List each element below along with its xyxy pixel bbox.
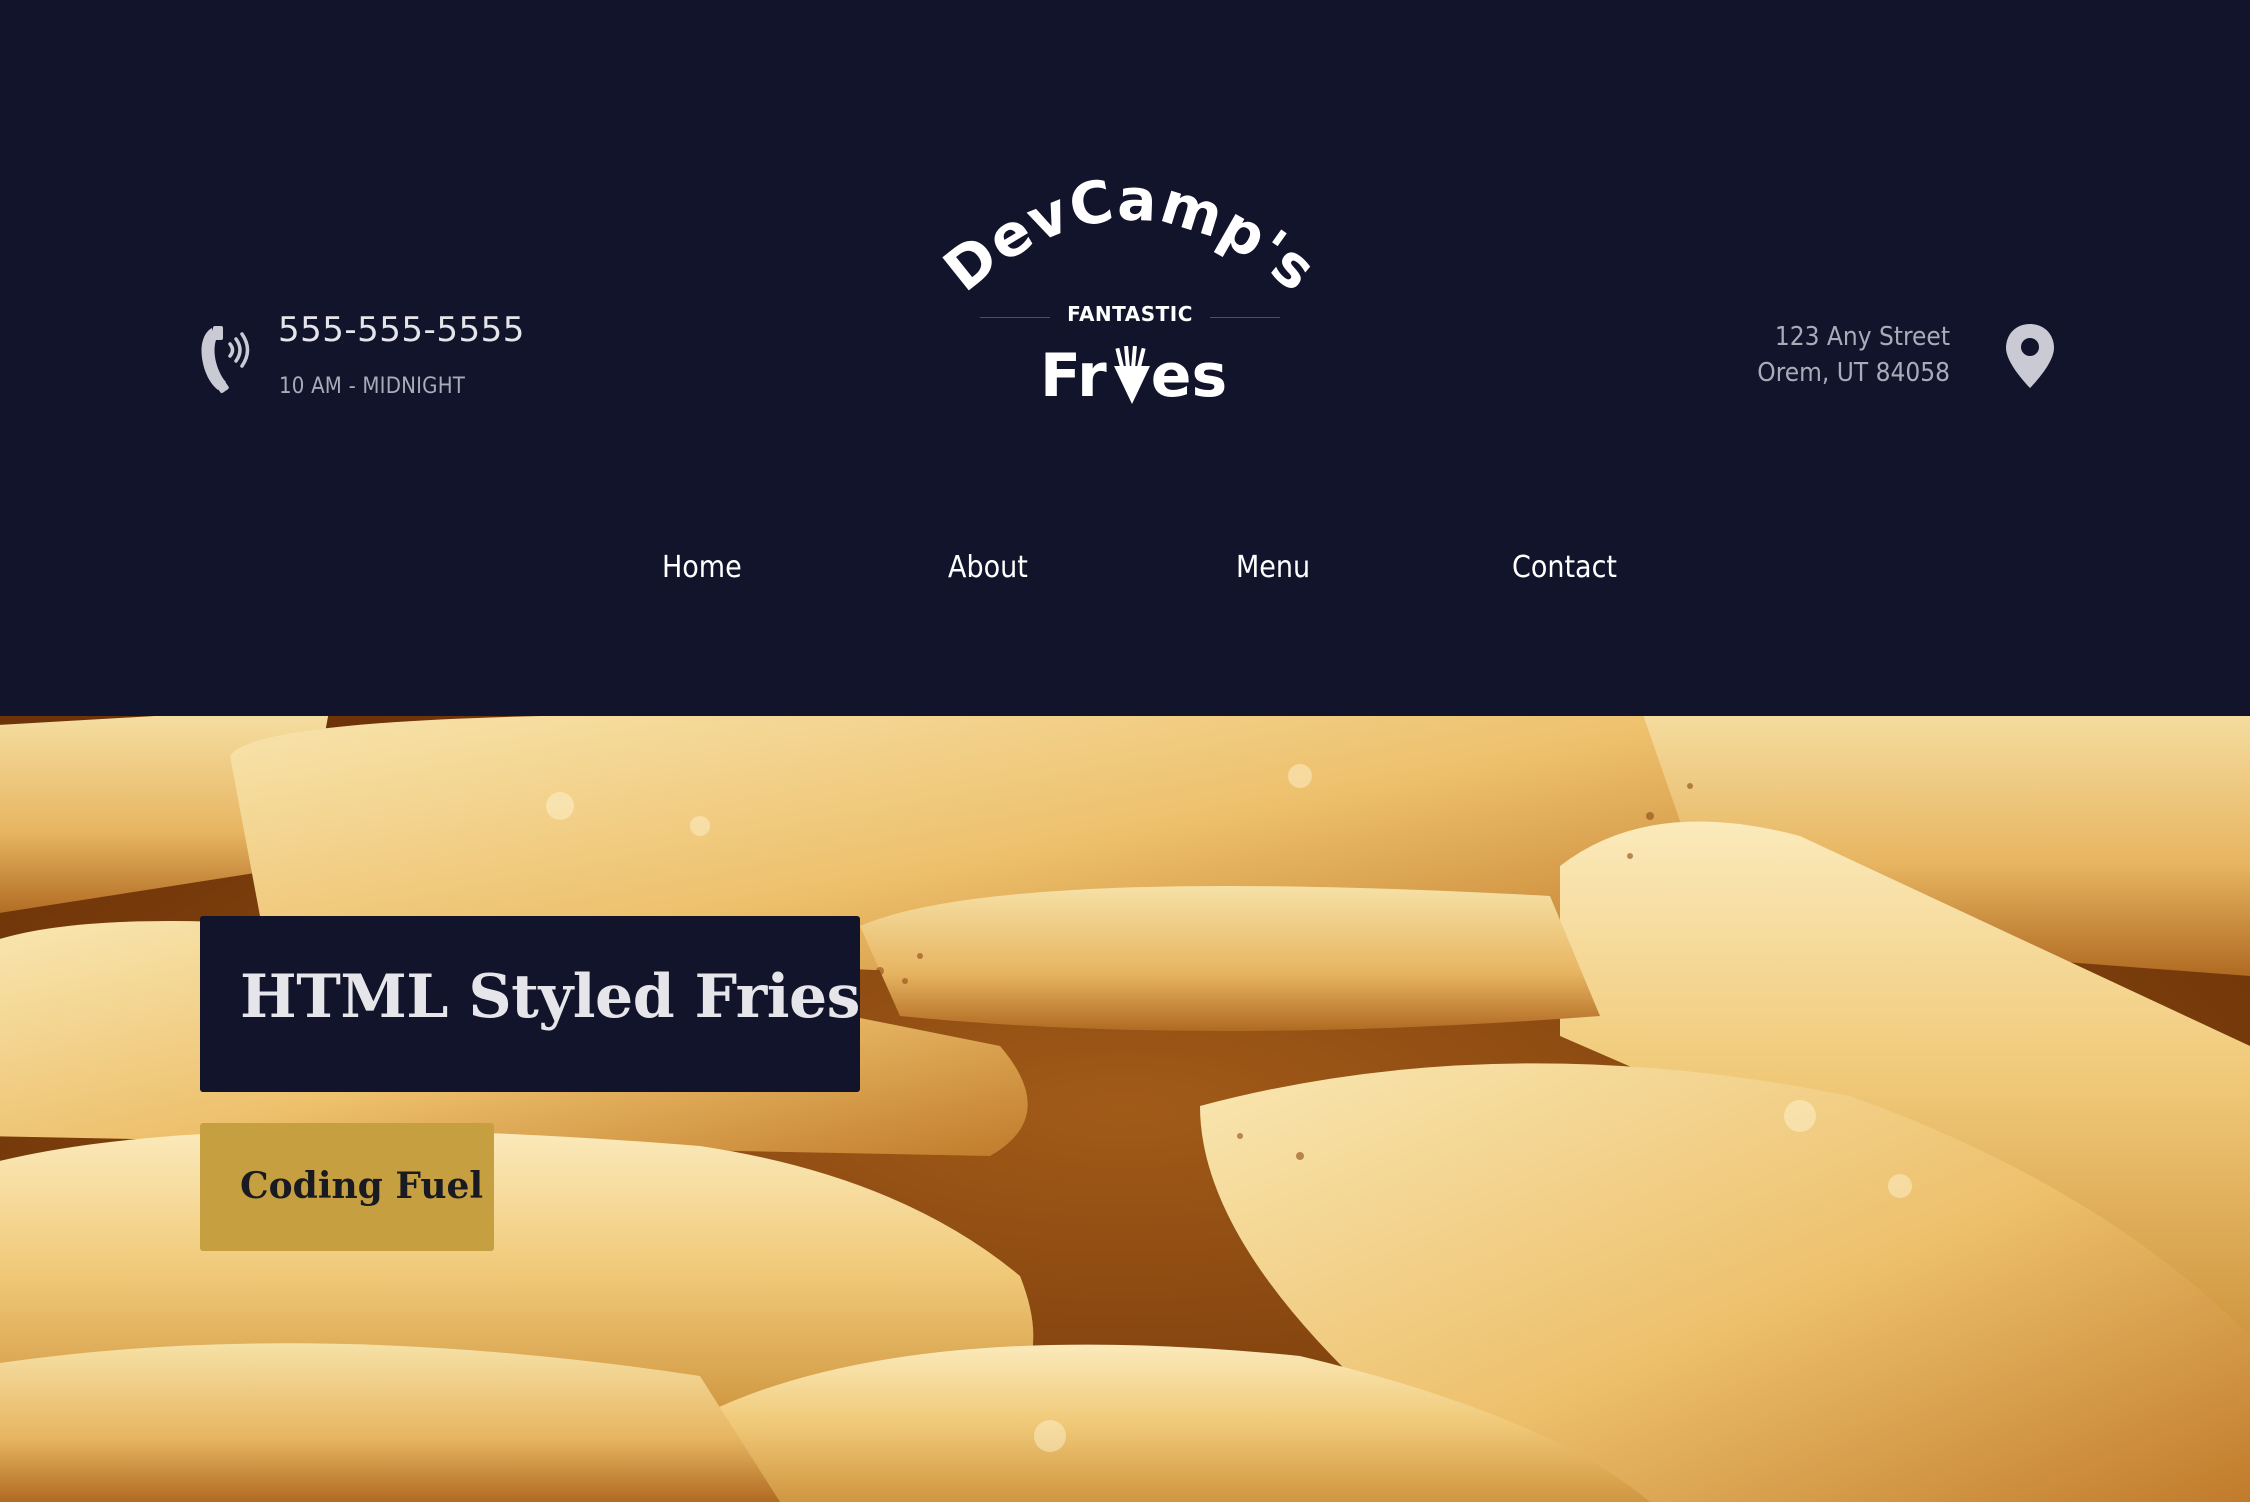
logo-fries-part-1: Fr [1040,341,1107,411]
logo-fantastic: FANTASTIC [1067,302,1193,326]
address-street: 123 Any Street [1774,322,1950,352]
hero-title: HTML Styled Fries [240,962,860,1032]
hero-tagline: Coding Fuel [240,1165,484,1207]
logo-divider-right [1210,317,1280,318]
contact-info: 555-555-5555 10 AM - MIDNIGHT [198,310,618,420]
svg-text:DevCamp's: DevCamp's [931,165,1330,304]
logo-script: DevCamp's [931,165,1329,304]
nav-contact[interactable]: Contact [1512,550,1617,585]
nav-about[interactable]: About [948,550,1028,585]
main-nav: Home About Menu Contact [600,550,1650,600]
nav-menu[interactable]: Menu [1236,550,1310,585]
phone-icon [201,326,250,393]
site-logo[interactable]: DevCamp's FANTASTIC Fr es [931,160,1329,430]
hero-title-box: HTML Styled Fries [200,916,860,1092]
page: 555-555-5555 10 AM - MIDNIGHT DevCamp's … [0,0,2250,1502]
address-info: 123 Any Street Orem, UT 84058 [1636,318,2056,408]
hero-image [0,716,2250,1502]
logo-fries: Fr es [1040,346,1240,426]
address-city: Orem, UT 84058 [1757,358,1950,388]
fries-photo [0,716,2250,1502]
logo-fantastic-row: FANTASTIC [980,302,1280,332]
nav-home[interactable]: Home [662,550,742,585]
site-header: 555-555-5555 10 AM - MIDNIGHT DevCamp's … [0,0,2250,716]
opening-hours: 10 AM - MIDNIGHT [279,374,466,399]
phone-number[interactable]: 555-555-5555 [278,310,525,350]
logo-fries-part-2: es [1150,341,1228,411]
hero-tagline-box: Coding Fuel [200,1123,494,1251]
fries-cone-icon [1114,346,1150,404]
map-pin-icon[interactable] [2004,322,2056,390]
